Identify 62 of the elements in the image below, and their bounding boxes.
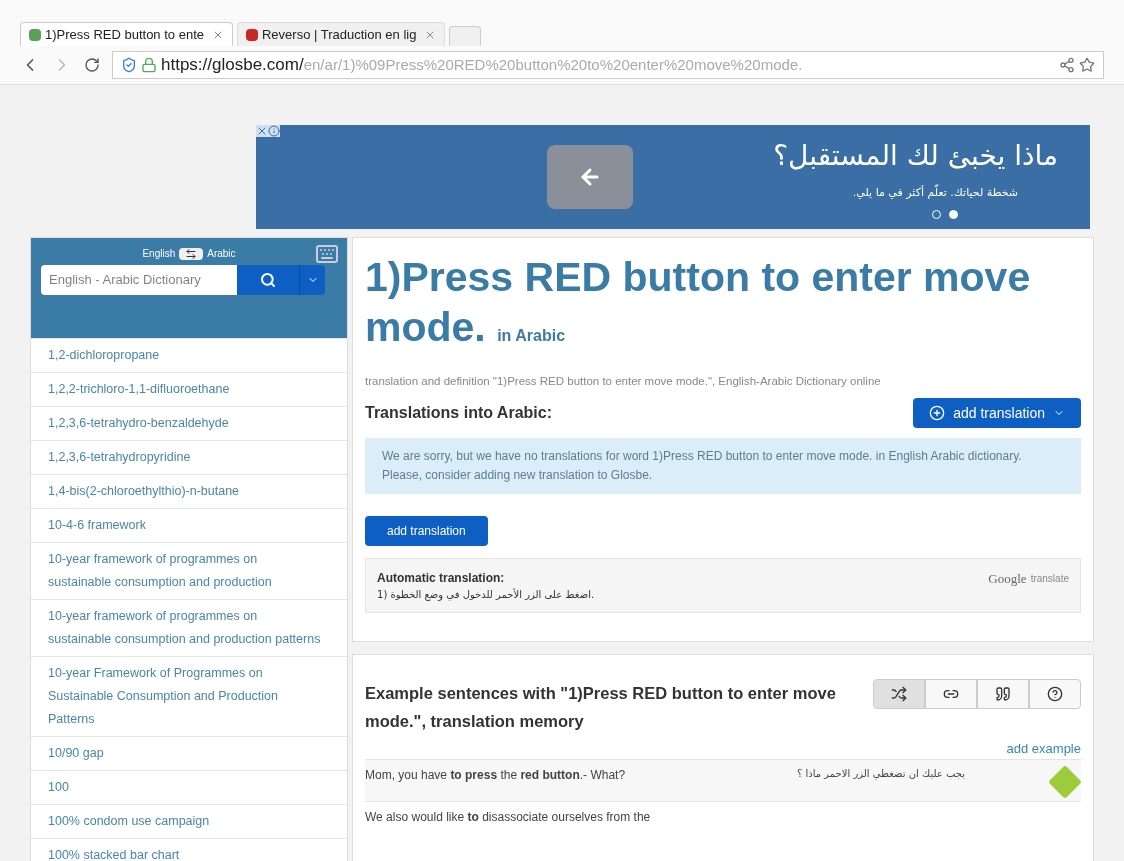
address-bar[interactable]: https://glosbe.com/en/ar/1)%09Press%20RED%20button%20to%20enter%20move%20mode. [112,51,1104,79]
example-translation: يجب عليك ان تضغطي الزر الاحمر ماذا ؟ [795,766,965,782]
section-heading: Translations into Arabic: [365,403,552,424]
dictionary-entry-link[interactable]: 10-year framework of programmes on sustainable consumption and production patterns [31,599,347,656]
help-icon [1047,686,1063,703]
section-heading: Example sentences with "1)Press RED button to enter move mode.", translation memory [365,683,837,733]
ad-subline: شخطة لحياتك. تعلّم أكثر في ما يلي. [852,185,1018,202]
site-favicon-icon [246,28,258,41]
dictionary-entry-link[interactable]: 100 [31,770,347,804]
tab-title: 1)Press RED button to ente [45,25,204,44]
translate-label: translate [1030,572,1069,587]
source-language: English [142,247,176,261]
ad-banner[interactable]: ماذا يخبئ لك المستقبل؟ شخطة لحياتك. تعلّم أكثر في ما يلي. [256,125,1090,229]
shield-icon [121,57,137,73]
search-button[interactable] [237,265,299,295]
url-path: en/ar/1)%09Press%20RED%20button%20to%20enter%20move%20mode. [303,54,803,75]
dictionary-entry-link[interactable]: 1,2,2-trichloro-1,1-difluoroethane [31,372,347,406]
share-icon[interactable] [1059,57,1075,73]
site-favicon-icon [29,28,41,41]
tab-title: Reverso | Traduction en lig [262,25,417,44]
page-title: 1)Press RED button to enter move mode. in Arabic [365,253,1032,352]
swap-button[interactable] [179,247,204,260]
view-toggle-button[interactable] [873,679,925,710]
target-language: Arabic [207,247,236,261]
dictionary-entry-link[interactable]: 10-4-6 framework [31,508,347,542]
shuffle-icon [891,686,907,703]
info-icon[interactable] [268,125,280,137]
dictionary-entry-link[interactable]: 100% condom use campaign [31,804,347,838]
quote-icon [995,686,1011,703]
plus-icon [929,405,946,422]
reload-icon[interactable] [84,57,100,73]
lock-icon [141,57,157,73]
example-sentence: Mom, you have to press the red button.- What? [365,766,627,784]
automatic-translation-label: Automatic translation: [377,570,506,588]
keyboard-icon[interactable] [315,242,339,266]
view-toggle-button[interactable] [1029,679,1081,710]
dictionary-entry-link[interactable]: 1,2,3,6-tetrahydro-benzaldehyde [31,406,347,440]
dictionary-entry-link[interactable]: 1,4-bis(2-chloroethylthio)-n-butane [31,474,347,508]
example-sentence: We also would like to disassociate ourselves from the [365,808,652,826]
dictionary-entry-link[interactable]: 10/90 gap [31,736,347,770]
search-field[interactable]: English - Arabic Dictionary [41,265,237,295]
close-icon[interactable] [256,125,268,137]
url-host: https://glosbe.com/ [161,54,304,77]
view-toggle-button[interactable] [977,679,1029,710]
dictionary-entry-link[interactable]: 10-year Framework of Programmes on Sustainable Consumption and Production Patterns [31,656,347,736]
dictionary-entry-link[interactable]: 1,2,3,6-tetrahydropyridine [31,440,347,474]
add-translation-dropdown[interactable]: add translation [913,398,1081,429]
star-icon[interactable] [1079,57,1095,73]
dictionary-entry-link[interactable]: 10-year framework of programmes on sustainable consumption and production [31,542,347,599]
view-toggle-button[interactable] [925,679,977,710]
no-translation-notice: We are sorry, but we have no translations for word 1)Press RED button to enter move mode. in English Arabic dictionary. Please, consider adding new translation to Glosbe. [365,438,1081,495]
google-logo: Google [988,570,1027,589]
add-translation-button[interactable]: add translation [365,516,488,547]
automatic-translation-text: .اضغط على الزر الأحمر للدخول في وضع الخطوة (1 [377,587,595,603]
search-icon [260,272,276,288]
browser-tab[interactable]: Reverso | Traduction en lig [237,22,446,46]
page-subtitle: translation and definition "1)Press RED button to enter move mode.", English-Arabic Dictionary online [365,374,882,389]
add-example-link[interactable]: add example [1006,739,1081,759]
dictionary-entry-link[interactable]: 1,2-dichloropropane [31,338,347,372]
browser-tab[interactable]: 1)Press RED button to ente [20,22,233,46]
ad-headline: ماذا يخبئ لك المستقبل؟ [773,138,1058,175]
dictionary-entry-link[interactable]: 100% stacked bar chart [31,838,347,861]
